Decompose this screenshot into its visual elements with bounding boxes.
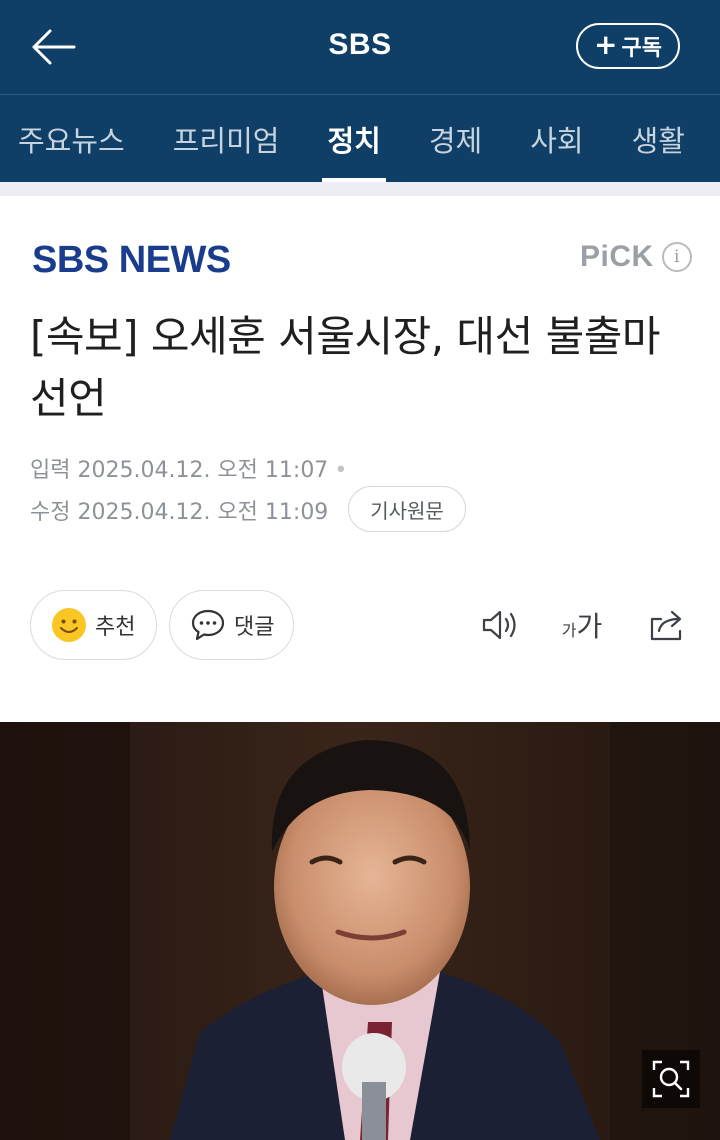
smile-icon [52, 608, 86, 642]
pick-badge: PiCK i [580, 240, 692, 274]
info-icon[interactable]: i [661, 242, 692, 272]
tab-economy[interactable]: 경제 [428, 95, 483, 182]
publisher-logo[interactable]: SBS NEWS [32, 238, 231, 282]
text-to-speech-button[interactable] [478, 602, 524, 648]
subscribe-button[interactable]: + 구독 [576, 23, 680, 69]
subscribe-label: 구독 [621, 36, 662, 61]
comment-button[interactable]: 댓글 [169, 590, 294, 660]
speaker-icon [482, 610, 516, 640]
article-photo[interactable] [0, 722, 720, 1140]
article-photo-illustration [0, 722, 720, 1140]
share-button[interactable] [644, 602, 690, 648]
font-size-large-icon: 가 [576, 610, 603, 643]
comment-label: 댓글 [234, 615, 275, 640]
plus-icon: + [594, 28, 618, 61]
font-size-button[interactable]: 가가 [556, 602, 608, 648]
tab-label: 생활 [631, 123, 685, 158]
dot-separator: • [334, 458, 348, 483]
tab-society[interactable]: 사회 [530, 95, 584, 182]
share-icon [650, 610, 682, 641]
tab-label: 프리미엄 [172, 123, 280, 158]
tab-label: 경제 [428, 123, 483, 158]
zoom-photo-button[interactable] [642, 1050, 700, 1108]
section-divider [0, 182, 720, 196]
modified-label: 수정 [30, 500, 71, 525]
original-article-button[interactable]: 기사원문 [348, 486, 466, 532]
zoom-magnifier-icon [652, 1060, 690, 1098]
input-time: 2025.04.12. 오전 11:07 [77, 458, 329, 483]
tab-main-news[interactable]: 주요뉴스 [18, 95, 125, 182]
tab-label: 정치 [327, 123, 381, 158]
modified-time-value: 2025.04.12. 오전 11:09 [77, 500, 329, 525]
recommend-button[interactable]: 추천 [30, 590, 157, 660]
publisher-logo-text: SBS NEWS [32, 238, 231, 281]
tab-label: 사회 [530, 123, 584, 158]
tab-life[interactable]: 생활 [631, 95, 685, 182]
font-size-small-icon: 가 [561, 621, 577, 640]
comment-bubble-icon [191, 609, 225, 641]
published-time: 입력 2025.04.12. 오전 11:07 • [30, 452, 347, 484]
pick-label: PiCK [580, 240, 654, 273]
recommend-label: 추천 [95, 615, 136, 640]
modified-time: 수정 2025.04.12. 오전 11:09 [30, 494, 328, 526]
tab-politics[interactable]: 정치 [322, 95, 387, 182]
article-headline: [속보] 오세훈 서울시장, 대선 불출마 선언 [30, 312, 661, 423]
input-label: 입력 [30, 458, 71, 483]
tab-premium[interactable]: 프리미엄 [172, 95, 280, 182]
category-tabs: 주요뉴스 프리미엄 정치 경제 사회 생활 [0, 94, 720, 182]
tab-label: 주요뉴스 [18, 123, 125, 158]
top-bar: SBS + 구독 [0, 0, 720, 94]
